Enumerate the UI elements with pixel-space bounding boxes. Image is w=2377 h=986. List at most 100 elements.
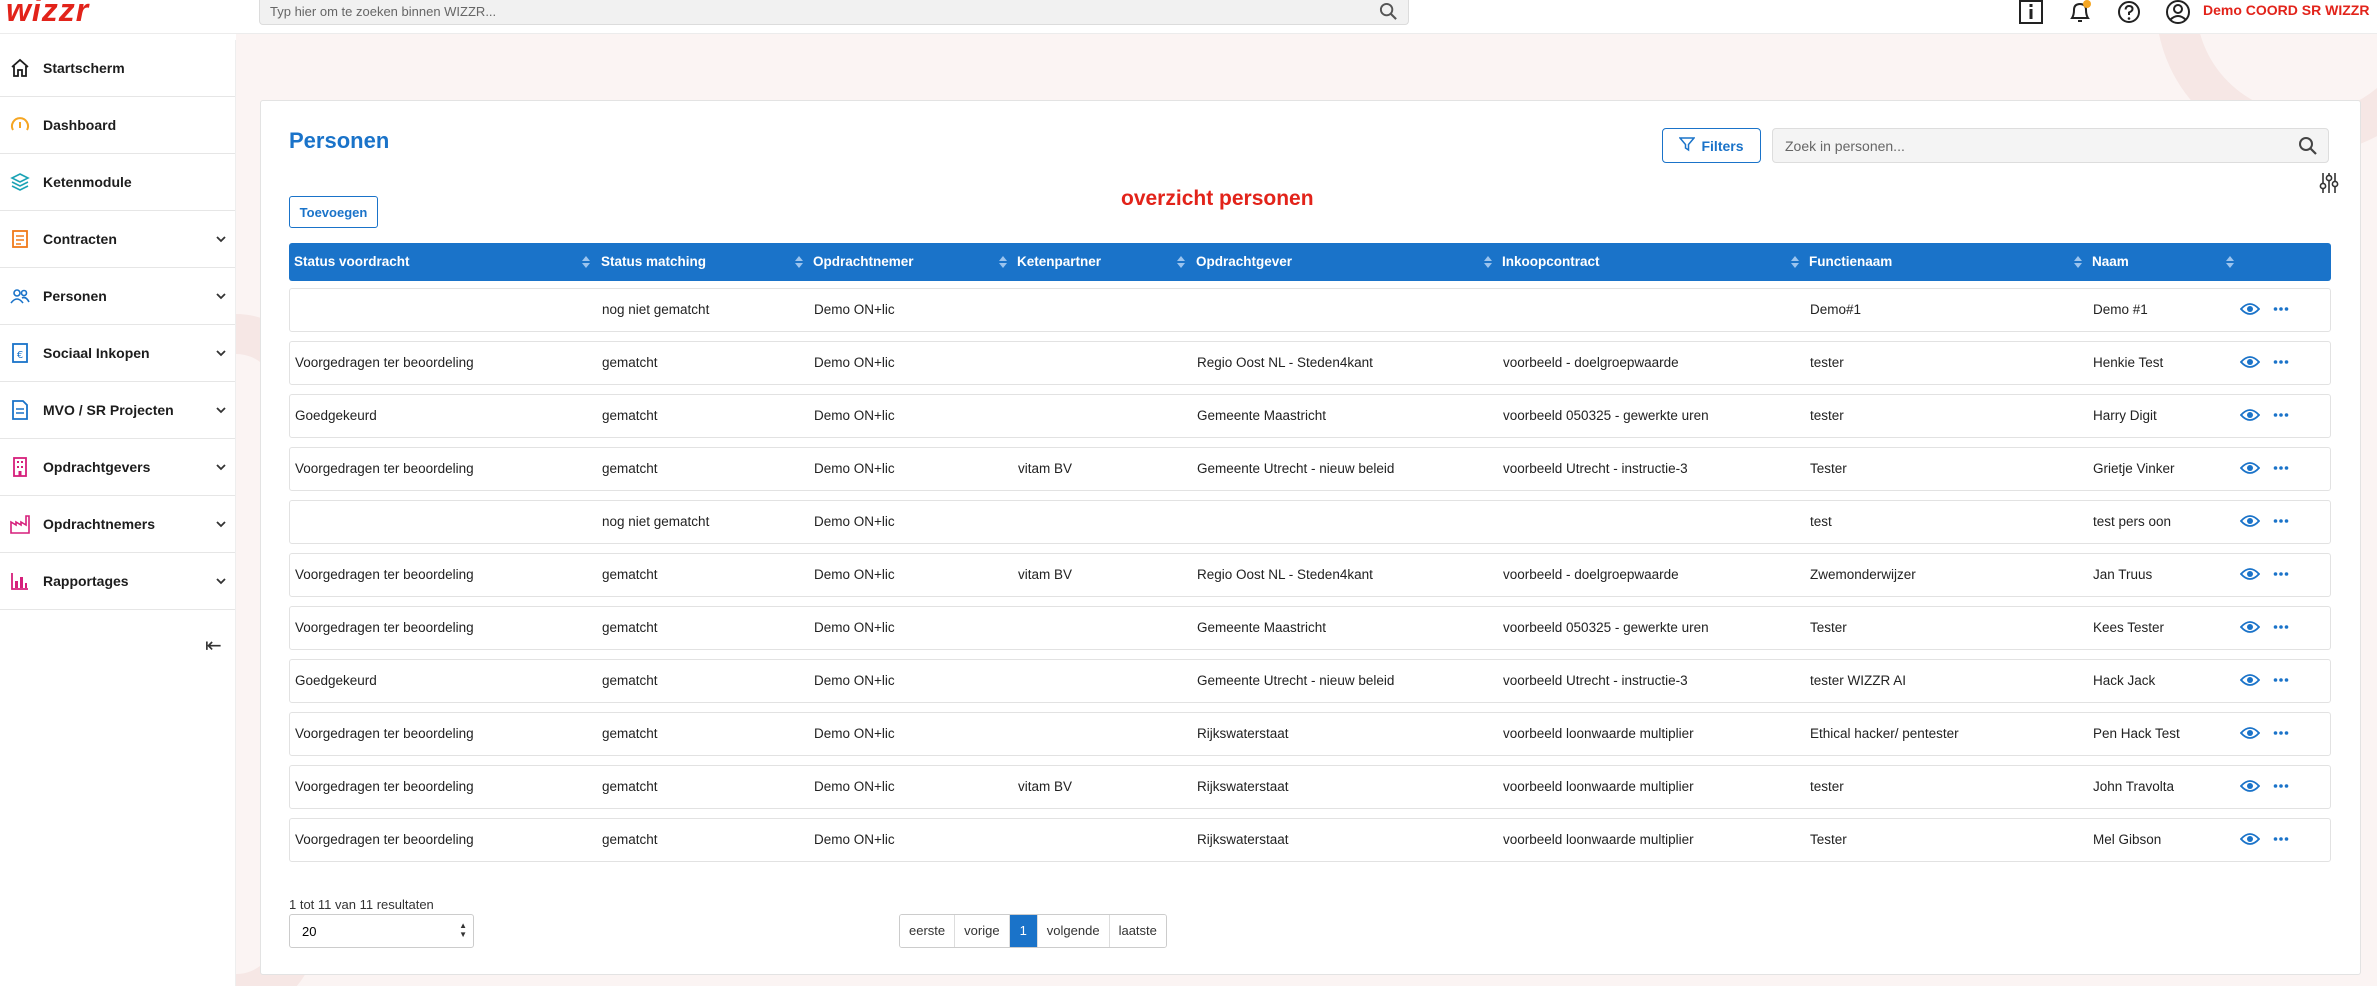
pagination-next[interactable]: volgende <box>1037 915 1110 947</box>
column-header-opdrachtgever[interactable]: Opdrachtgever <box>1191 243 1497 281</box>
table-row[interactable]: Goedgekeurd gematcht Demo ON+lic Gemeente U… <box>289 659 2331 703</box>
user-name[interactable]: Demo COORD SR WIZZR <box>2203 2 2369 18</box>
sidebar-item-label: Ketenmodule <box>43 174 132 190</box>
chevron-down-icon <box>215 230 227 248</box>
eye-icon[interactable] <box>2239 302 2261 321</box>
cell-ketenpartner: vitam BV <box>1018 779 1073 794</box>
filters-button[interactable]: Filters <box>1662 128 1761 163</box>
table-row[interactable]: nog niet gematcht Demo ON+lic test test per… <box>289 500 2331 544</box>
eye-icon[interactable] <box>2239 779 2261 798</box>
table-row[interactable]: Voorgedragen ter beoordeling gematcht Demo… <box>289 447 2331 491</box>
bell-icon[interactable] <box>2067 0 2093 29</box>
sidebar-item-opdrachtnemers[interactable]: Opdrachtnemers <box>0 496 235 553</box>
more-options-icon[interactable] <box>2273 408 2289 427</box>
column-header-inkoopcontract[interactable]: Inkoopcontract <box>1497 243 1804 281</box>
cell-opdrachtgever: Gemeente Utrecht - nieuw beleid <box>1197 461 1395 476</box>
sidebar: Startscherm Dashboard Ketenmodule Contra… <box>0 40 236 986</box>
page-size-input[interactable] <box>290 915 440 947</box>
table-row[interactable]: Voorgedragen ter beoordeling gematcht Demo… <box>289 765 2331 809</box>
user-icon[interactable] <box>2164 0 2192 31</box>
sidebar-item-sociaal-inkopen[interactable]: € Sociaal Inkopen <box>0 325 235 382</box>
column-header-ketenpartner[interactable]: Ketenpartner <box>1012 243 1190 281</box>
eye-icon[interactable] <box>2239 355 2261 374</box>
cell-naam: test pers oon <box>2093 514 2172 529</box>
person-search-input[interactable] <box>1773 129 2283 162</box>
more-options-icon[interactable] <box>2273 620 2289 639</box>
table-row[interactable]: Voorgedragen ter beoordeling gematcht Demo… <box>289 341 2331 385</box>
cell-status-voordracht: Voorgedragen ter beoordeling <box>295 726 474 741</box>
eye-icon[interactable] <box>2239 567 2261 586</box>
column-header-label: Ketenpartner <box>1017 254 1102 269</box>
more-options-icon[interactable] <box>2273 355 2289 374</box>
sidebar-item-opdrachtgevers[interactable]: Opdrachtgevers <box>0 439 235 496</box>
cell-functienaam: tester <box>1810 355 1844 370</box>
column-header-status-matching[interactable]: Status matching <box>596 243 807 281</box>
info-icon[interactable] <box>2018 0 2044 29</box>
sidebar-item-label: MVO / SR Projecten <box>43 402 174 418</box>
eye-icon[interactable] <box>2239 514 2261 533</box>
eye-icon[interactable] <box>2239 832 2261 851</box>
cell-opdrachtnemer: Demo ON+lic <box>814 567 895 582</box>
cell-naam: Pen Hack Test <box>2093 726 2180 741</box>
wizzr-logo[interactable]: wizzr <box>6 0 89 29</box>
pagination: eerste vorige 1 volgende laatste <box>899 914 1167 948</box>
chevron-down-icon <box>215 287 227 305</box>
column-settings-icon[interactable] <box>2319 172 2339 199</box>
table-row[interactable]: Voorgedragen ter beoordeling gematcht Demo… <box>289 606 2331 650</box>
sidebar-item-ketenmodule[interactable]: Ketenmodule <box>0 154 235 211</box>
sidebar-item-mvo-sr-projecten[interactable]: MVO / SR Projecten <box>0 382 235 439</box>
column-header-status-voordracht[interactable]: Status voordracht <box>289 243 595 281</box>
sidebar-item-startscherm[interactable]: Startscherm <box>0 40 235 97</box>
pagination-first[interactable]: eerste <box>900 915 956 947</box>
table-row[interactable]: Voorgedragen ter beoordeling gematcht Demo… <box>289 712 2331 756</box>
more-options-icon[interactable] <box>2273 461 2289 480</box>
sidebar-item-personen[interactable]: Personen <box>0 268 235 325</box>
search-icon[interactable] <box>1379 2 1398 26</box>
eye-icon[interactable] <box>2239 620 2261 639</box>
more-options-icon[interactable] <box>2273 514 2289 533</box>
more-options-icon[interactable] <box>2273 673 2289 692</box>
sidebar-item-contracten[interactable]: Contracten <box>0 211 235 268</box>
page-size-stepper: ▲▼ <box>289 914 474 948</box>
eye-icon[interactable] <box>2239 408 2261 427</box>
sidebar-item-rapportages[interactable]: Rapportages <box>0 553 235 610</box>
column-header-functienaam[interactable]: Functienaam <box>1804 243 2087 281</box>
pagination-current-page[interactable]: 1 <box>1009 915 1038 947</box>
table-row[interactable]: Voorgedragen ter beoordeling gematcht Demo… <box>289 818 2331 862</box>
more-options-icon[interactable] <box>2273 779 2289 798</box>
page-title: Personen <box>289 128 390 153</box>
table-row[interactable]: Goedgekeurd gematcht Demo ON+lic Gemeente M… <box>289 394 2331 438</box>
table-row[interactable]: Voorgedragen ter beoordeling gematcht Demo… <box>289 553 2331 597</box>
chevron-down-icon <box>215 458 227 476</box>
collapse-sidebar-button[interactable]: ⇤ <box>205 633 222 658</box>
pagination-last[interactable]: laatste <box>1109 915 1166 947</box>
sort-icon <box>1484 256 1492 268</box>
global-search-input[interactable] <box>260 0 1360 23</box>
cell-ketenpartner <box>1013 342 1018 384</box>
cell-naam: Kees Tester <box>2093 620 2165 635</box>
bar-chart-icon <box>10 571 30 591</box>
search-icon[interactable] <box>2298 136 2318 161</box>
chevron-down-icon <box>215 401 227 419</box>
column-header-opdrachtnemer[interactable]: Opdrachtnemer <box>808 243 1011 281</box>
chevron-down-icon <box>215 515 227 533</box>
eye-icon[interactable] <box>2239 673 2261 692</box>
sidebar-item-dashboard[interactable]: Dashboard <box>0 97 235 154</box>
column-header-label: Functienaam <box>1809 254 1893 269</box>
chevron-down-icon <box>215 572 227 590</box>
table-row[interactable]: nog niet gematcht Demo ON+lic Demo#1 Demo #… <box>289 288 2331 332</box>
cell-naam: Henkie Test <box>2093 355 2164 370</box>
more-options-icon[interactable] <box>2273 726 2289 745</box>
more-options-icon[interactable] <box>2273 302 2289 321</box>
help-icon[interactable] <box>2116 0 2142 31</box>
global-search <box>259 0 1409 25</box>
eye-icon[interactable] <box>2239 726 2261 745</box>
more-options-icon[interactable] <box>2273 832 2289 851</box>
document-icon <box>10 400 30 420</box>
more-options-icon[interactable] <box>2273 567 2289 586</box>
pagination-previous[interactable]: vorige <box>955 915 1010 947</box>
add-person-button[interactable]: Toevoegen <box>289 196 378 228</box>
column-header-naam[interactable]: Naam <box>2087 243 2239 281</box>
stepper-arrows-icon[interactable]: ▲ ▼ <box>459 921 467 939</box>
eye-icon[interactable] <box>2239 461 2261 480</box>
